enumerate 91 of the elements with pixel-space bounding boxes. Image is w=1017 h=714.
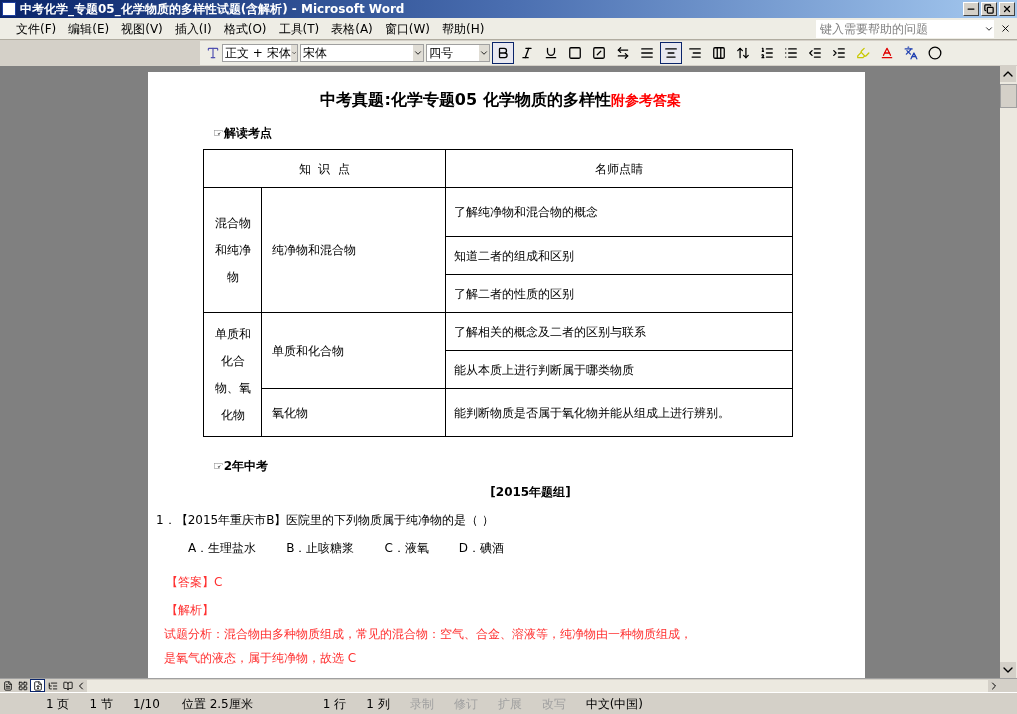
answer-option: D．碘酒	[458, 539, 505, 557]
table-cell: 了解相关的概念及二者的区别与联系	[445, 312, 793, 351]
font-dropdown[interactable]: 宋体	[300, 44, 424, 62]
styles-icon[interactable]	[206, 46, 220, 60]
table-cell: 单质和化合物	[261, 312, 446, 389]
question-text: 1．【2015年重庆市B】医院里的下列物质属于纯净物的是（ ）	[156, 512, 496, 529]
close-icon	[1002, 4, 1012, 14]
font-size-dropdown[interactable]: 四号	[426, 44, 490, 62]
status-bar-item: 1 页	[46, 695, 70, 713]
dropdown-icon	[413, 45, 423, 61]
print-view-button[interactable]	[30, 679, 45, 692]
answer-option: A．生理盐水	[188, 539, 257, 557]
answer-option: B．止咳糖浆	[286, 539, 355, 557]
highlighter-icon	[856, 46, 870, 60]
phonetic-guide-icon	[904, 46, 918, 60]
vertical-scrollbar[interactable]	[1000, 66, 1017, 678]
table-cell: 氧化物	[261, 388, 446, 437]
numbered-list-icon	[760, 46, 774, 60]
horizontal-scrollbar[interactable]	[87, 679, 988, 692]
table-cell: 单质和化合物、氧化物	[203, 312, 262, 437]
analysis-text: 是氧气的液态，属于纯净物，故选 C	[164, 650, 358, 667]
web-view-icon	[17, 680, 28, 691]
answer-option: C．液氧	[384, 539, 429, 557]
menu-item[interactable]: 工具(T)	[272, 18, 326, 39]
close-button[interactable]	[999, 2, 1015, 16]
analysis-label: 【解析】	[166, 602, 215, 619]
scroll-up-icon[interactable]	[1000, 66, 1016, 82]
section-heading: ☞解读考点	[213, 125, 273, 142]
scroll-down-icon[interactable]	[1000, 662, 1016, 678]
enclose-character-icon	[928, 46, 942, 60]
close-icon[interactable]	[1000, 23, 1011, 34]
menu-item[interactable]: 格式(O)	[217, 18, 273, 39]
status-bar-item: 1/10	[132, 695, 160, 713]
menu-item[interactable]: 视图(V)	[115, 18, 169, 39]
help-search-field[interactable]: 键入需要帮助的问题	[816, 19, 994, 38]
reading-view-button[interactable]	[60, 679, 75, 692]
table-cell: 纯净物和混合物	[261, 187, 446, 313]
distribute-icon	[712, 46, 726, 60]
answer-note: 附参考答案	[610, 92, 681, 108]
minimize-button[interactable]	[963, 2, 979, 16]
character-border-icon	[568, 46, 582, 60]
menu-item[interactable]: 编辑(E)	[62, 18, 116, 39]
align-center-button[interactable]	[660, 42, 682, 64]
group-heading: [2015年题组]	[489, 484, 572, 501]
menu-item[interactable]: 文件(F)	[10, 18, 63, 39]
menu-item[interactable]: 窗口(W)	[378, 18, 437, 39]
window-title: 中考化学_专题05_化学物质的多样性试题(含解析) - Microsoft Word	[20, 1, 406, 18]
table-cell: 能判断物质是否属于氧化物并能从组成上进行辨别。	[445, 388, 793, 437]
dropdown-icon	[290, 45, 297, 61]
increase-indent-icon	[832, 46, 846, 60]
print-view-icon	[32, 680, 43, 691]
status-bar-item: 1 列	[366, 695, 390, 713]
reading-view-icon	[62, 680, 73, 691]
table-header-cell: 知 识 点	[203, 149, 446, 188]
outline-view-icon	[47, 680, 58, 691]
menu-item[interactable]: 帮助(H)	[436, 18, 491, 39]
status-bar-item: 位置 2.5厘米	[181, 695, 253, 713]
table-cell: 了解二者的性质的区别	[445, 274, 793, 313]
decrease-indent-icon	[808, 46, 822, 60]
status-bar-item: 1 节	[89, 695, 113, 713]
table-header-cell: 名师点睛	[445, 149, 793, 188]
bold-icon	[496, 46, 510, 60]
normal-view-icon	[2, 680, 13, 691]
align-justify-icon	[640, 46, 654, 60]
italic-icon	[520, 46, 534, 60]
status-bar-item: 1 行	[322, 695, 347, 713]
scroll-thumb[interactable]	[1000, 84, 1017, 108]
bullet-list-icon	[784, 46, 798, 60]
style-dropdown[interactable]: 正文 + 宋体	[222, 44, 298, 62]
table-cell: 混合物和纯净物	[203, 187, 262, 313]
menu-item[interactable]: 插入(I)	[168, 18, 218, 39]
align-right-icon	[688, 46, 702, 60]
character-shading-icon	[592, 46, 606, 60]
table-cell: 了解纯净物和混合物的概念	[445, 187, 793, 237]
line-spacing-icon	[736, 46, 750, 60]
restore-icon	[984, 4, 994, 14]
dropdown-icon	[479, 45, 489, 61]
font-color-icon	[880, 46, 894, 60]
section-heading: ☞2年中考	[213, 458, 270, 475]
align-center-icon	[664, 46, 678, 60]
table-cell: 知道二者的组成和区别	[445, 236, 793, 275]
answer-text: 【答案】C	[166, 574, 224, 591]
document-title: 中考真题:化学专题05 化学物质的多样性	[320, 90, 611, 109]
bold-button[interactable]	[492, 42, 514, 64]
underline-icon	[544, 46, 558, 60]
analysis-text: 试题分析：混合物由多种物质组成，常见的混合物：空气、合金、溶液等，纯净物由一种物质组成，	[164, 626, 693, 643]
character-scale-icon	[616, 46, 630, 60]
status-bar-item: 中文(中国)	[585, 695, 644, 713]
table-cell: 能从本质上进行判断属于哪类物质	[445, 350, 793, 389]
restore-button[interactable]	[981, 2, 997, 16]
menu-item[interactable]: 表格(A)	[325, 18, 379, 39]
